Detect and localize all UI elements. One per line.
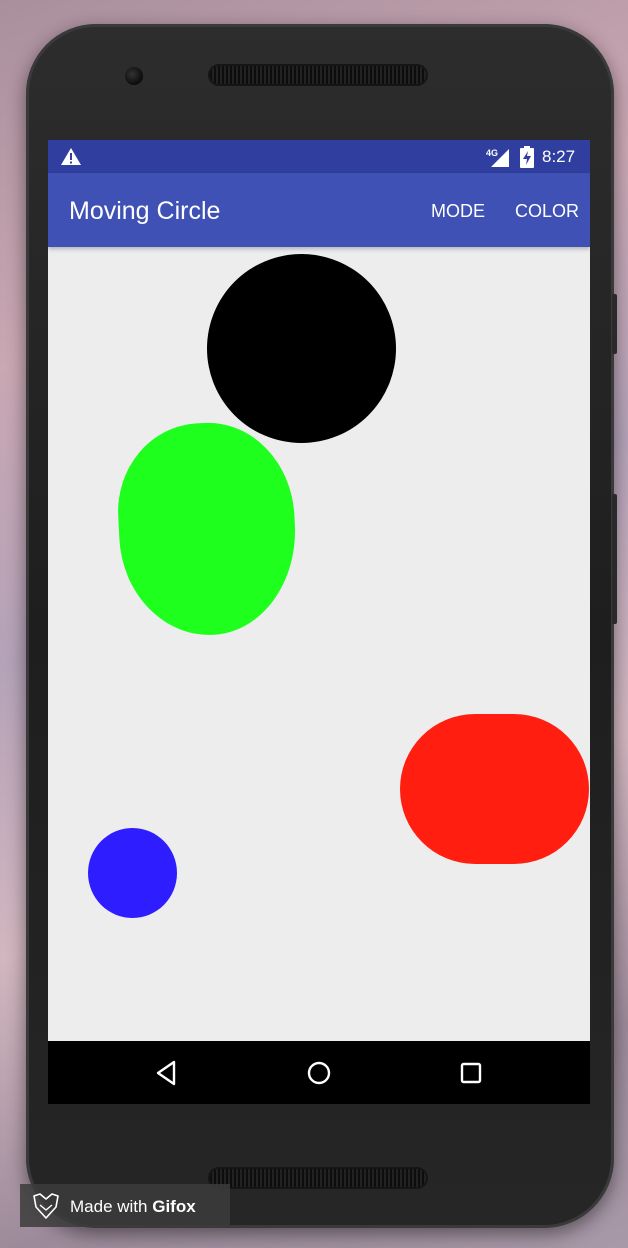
front-camera xyxy=(125,67,143,85)
home-icon[interactable] xyxy=(305,1059,333,1087)
mode-button[interactable]: MODE xyxy=(431,201,485,222)
recents-icon[interactable] xyxy=(457,1059,485,1087)
signal-icon: 4G xyxy=(486,148,509,167)
navigation-bar xyxy=(48,1041,590,1104)
back-icon[interactable] xyxy=(152,1059,180,1087)
watermark-prefix: Made with xyxy=(70,1197,148,1216)
power-button xyxy=(612,294,617,354)
volume-button xyxy=(612,494,617,624)
blue-circle xyxy=(88,828,177,918)
gifox-fox-icon xyxy=(33,1193,59,1219)
status-clock: 8:27 xyxy=(542,147,576,166)
app-title: Moving Circle xyxy=(69,197,221,225)
green-blob xyxy=(113,418,301,640)
warning-icon xyxy=(61,148,81,165)
gifox-watermark: Made with Gifox xyxy=(20,1184,230,1227)
drawing-canvas[interactable] xyxy=(48,247,590,1041)
battery-charging-icon xyxy=(520,146,534,168)
watermark-brand: Gifox xyxy=(152,1197,196,1216)
color-button[interactable]: COLOR xyxy=(515,201,579,222)
red-capsule xyxy=(400,714,589,864)
bottom-speaker xyxy=(210,1169,426,1187)
black-circle xyxy=(207,254,396,443)
app-bar: Moving Circle MODE COLOR xyxy=(48,173,590,247)
screen: 4G 8:27 Moving Circle MODE COLOR xyxy=(48,140,590,1104)
status-bar: 4G 8:27 xyxy=(48,140,590,173)
top-speaker xyxy=(210,66,426,84)
network-type-label: 4G xyxy=(486,148,498,158)
